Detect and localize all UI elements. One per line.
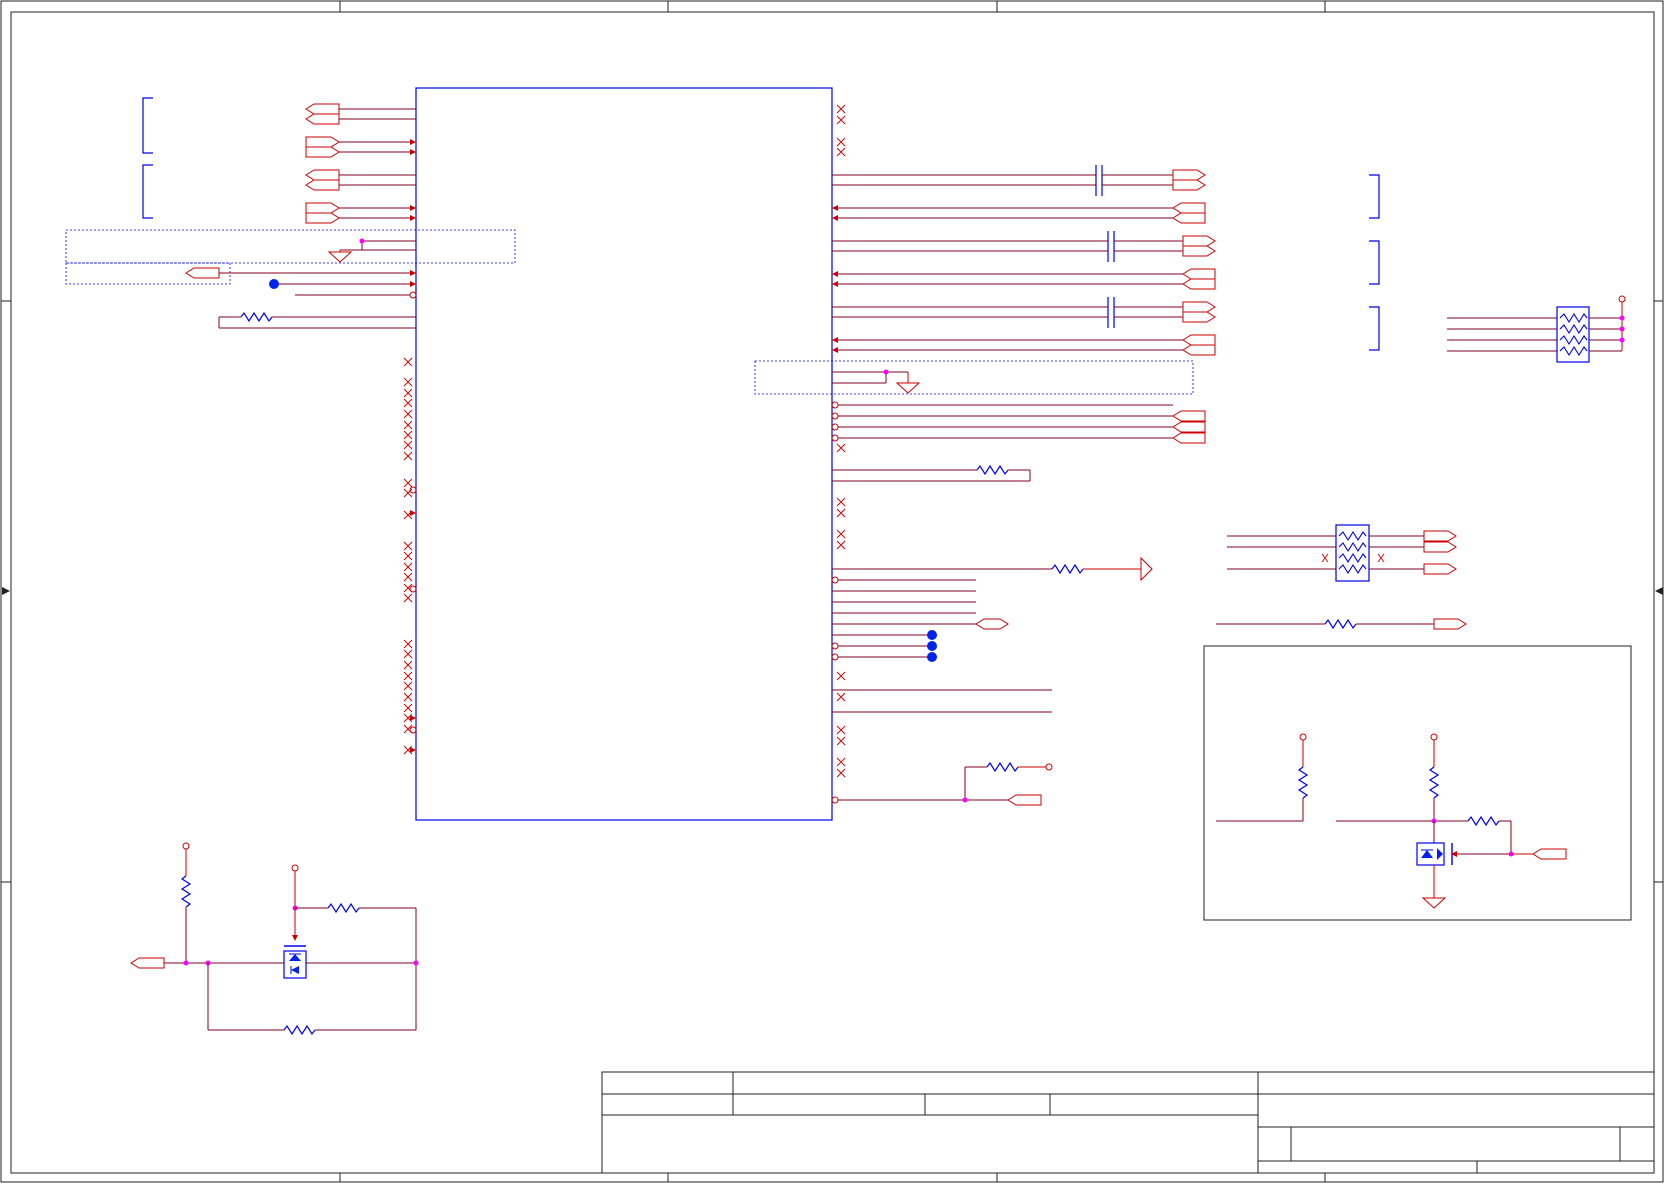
schematic-sheet [0,0,1664,1183]
left-port-group-3 [305,169,416,191]
left-port-single [185,267,416,279]
left-testpoint-line [269,279,417,299]
left-port-group-4 [305,202,416,224]
right-no-connect-marks [836,104,846,778]
dotted-region-left-upper [65,229,516,264]
pullup-left-in-box [1216,733,1309,822]
right-coupled-pair-3 [832,297,1216,328]
left-port-group-2 [305,136,416,158]
dotted-region-left-lower [65,262,231,285]
resistor-single-right [1216,618,1467,630]
right-coupled-pair-2 [832,231,1216,262]
resistor-array-mid-right [1227,524,1457,582]
right-brackets [1369,174,1380,351]
right-input-pair-2 [832,268,1216,290]
bottom-left-mosfet [207,864,419,1036]
level-shifter-box [1203,645,1632,921]
left-no-connect-marks [403,357,413,755]
right-resistor-loop [832,464,1031,482]
left-port-group-1 [305,103,416,125]
right-pullup-network [831,761,1053,806]
mosfet-shifter-in-box [1336,733,1567,909]
right-resistor-to-power-flag [832,556,1153,582]
right-long-lines [832,689,1052,713]
right-bus-lines [831,576,1009,630]
left-brackets [142,97,153,219]
resistor-array-top-right [1447,295,1626,363]
title-block [601,1071,1655,1174]
right-test-points [831,630,937,662]
ground-symbol-left [327,238,416,263]
ground-symbol-right [832,369,921,394]
right-output-ports [831,401,1206,444]
left-pin-markers [409,486,417,753]
right-coupled-pair-1 [832,165,1206,196]
right-input-pair-1 [832,202,1206,224]
bottom-left-pullup [180,842,192,963]
left-resistor-loop [218,311,416,329]
main-ic-body [415,87,833,821]
right-input-pair-3 [832,334,1216,356]
dotted-region-right [754,360,1194,395]
